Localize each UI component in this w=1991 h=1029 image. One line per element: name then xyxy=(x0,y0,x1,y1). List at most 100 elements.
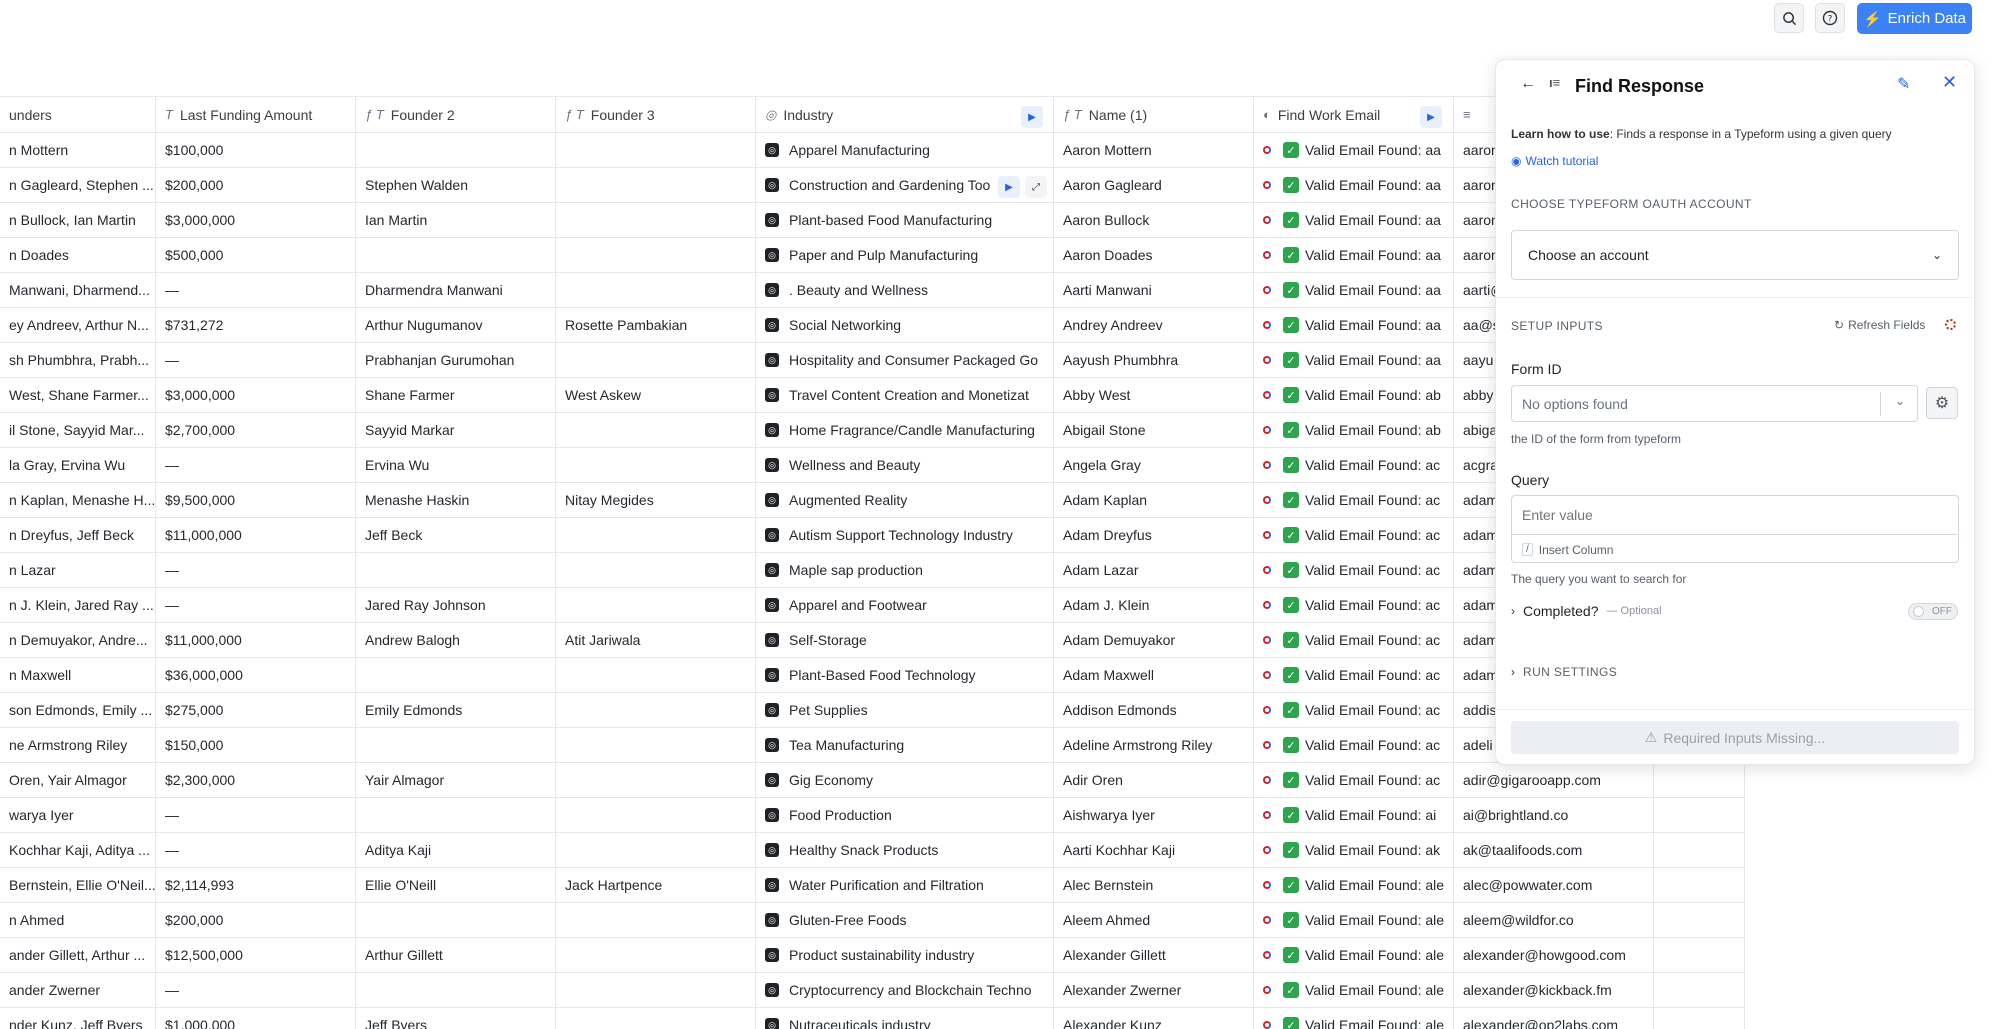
table-cell[interactable] xyxy=(556,203,756,237)
required-inputs-missing-button[interactable]: ⚠ Required Inputs Missing... xyxy=(1511,721,1959,754)
table-cell[interactable] xyxy=(556,413,756,447)
form-id-settings-gear-icon[interactable]: ⚙ xyxy=(1926,387,1958,419)
table-cell[interactable] xyxy=(556,763,756,797)
table-cell[interactable]: Alexander Kunz xyxy=(1054,1008,1254,1029)
table-cell[interactable]: $36,000,000 xyxy=(156,658,356,692)
table-cell[interactable]: Abby West xyxy=(1054,378,1254,412)
table-cell[interactable]: ✓ Valid Email Found: aa xyxy=(1254,343,1454,377)
table-cell[interactable]: alexander@op2labs.com xyxy=(1454,1008,1654,1029)
table-cell[interactable]: ◎ Plant-Based Food Technology xyxy=(756,658,1054,692)
table-cell[interactable]: Aishwarya Iyer xyxy=(1054,798,1254,832)
table-cell[interactable]: n Doades xyxy=(0,238,156,272)
table-cell[interactable]: ✓ Valid Email Found: aa xyxy=(1254,273,1454,307)
table-cell[interactable]: $275,000 xyxy=(156,693,356,727)
table-cell[interactable]: ◎ Gig Economy xyxy=(756,763,1054,797)
table-cell[interactable]: Ian Martin xyxy=(356,203,556,237)
table-cell[interactable] xyxy=(356,658,556,692)
table-cell[interactable]: Andrew Balogh xyxy=(356,623,556,657)
table-cell[interactable]: Adam Demuyakor xyxy=(1054,623,1254,657)
table-cell[interactable]: Oren, Yair Almagor xyxy=(0,763,156,797)
table-cell[interactable]: Abigail Stone xyxy=(1054,413,1254,447)
column-header-3[interactable]: ƒ T Founder 3 xyxy=(556,97,756,132)
table-cell[interactable]: Yair Almagor xyxy=(356,763,556,797)
table-cell[interactable]: Addison Edmonds xyxy=(1054,693,1254,727)
table-cell[interactable]: Prabhanjan Gurumohan xyxy=(356,343,556,377)
table-cell[interactable]: warya Iyer xyxy=(0,798,156,832)
table-cell[interactable]: ◎ Gluten-Free Foods xyxy=(756,903,1054,937)
column-header-4[interactable]: ◎ Industry xyxy=(756,97,1054,132)
table-cell[interactable]: — xyxy=(156,588,356,622)
expand-cell-icon[interactable]: ⤢ xyxy=(1025,176,1047,198)
table-cell[interactable]: $11,000,000 xyxy=(156,518,356,552)
table-cell[interactable]: Arthur Nugumanov xyxy=(356,308,556,342)
table-cell[interactable]: ◎ Apparel Manufacturing xyxy=(756,133,1054,167)
table-cell[interactable]: ◎ Home Fragrance/Candle Manufacturing xyxy=(756,413,1054,447)
table-cell[interactable]: ◎ Hospitality and Consumer Packaged Go xyxy=(756,343,1054,377)
table-cell[interactable]: Aaron Bullock xyxy=(1054,203,1254,237)
table-cell[interactable]: ey Andreev, Arthur N... xyxy=(0,308,156,342)
refresh-fields-button[interactable]: ↻ Refresh Fields xyxy=(1834,318,1925,332)
table-cell[interactable]: $9,500,000 xyxy=(156,483,356,517)
table-cell[interactable]: ander Gillett, Arthur ... xyxy=(0,938,156,972)
table-cell[interactable] xyxy=(356,133,556,167)
table-cell[interactable]: ◎ . Beauty and Wellness xyxy=(756,273,1054,307)
table-cell[interactable]: Adam J. Klein xyxy=(1054,588,1254,622)
table-cell[interactable]: ◎ Plant-based Food Manufacturing xyxy=(756,203,1054,237)
table-cell[interactable]: Manwani, Dharmend... xyxy=(0,273,156,307)
table-cell[interactable]: ✓ Valid Email Found: ac xyxy=(1254,448,1454,482)
table-cell[interactable]: West Askew xyxy=(556,378,756,412)
table-cell[interactable]: Adir Oren xyxy=(1054,763,1254,797)
table-cell[interactable]: ✓ Valid Email Found: ale xyxy=(1254,1008,1454,1029)
table-cell[interactable]: n Bullock, Ian Martin xyxy=(0,203,156,237)
close-icon[interactable]: ✕ xyxy=(1942,72,1957,93)
table-cell[interactable]: ◎ Autism Support Technology Industry xyxy=(756,518,1054,552)
table-cell[interactable]: Andrey Andreev xyxy=(1054,308,1254,342)
watch-tutorial-link[interactable]: ◉ Watch tutorial xyxy=(1511,154,1598,168)
table-cell[interactable]: ne Armstrong Riley xyxy=(0,728,156,762)
help-button[interactable]: ? xyxy=(1815,3,1845,33)
table-cell[interactable] xyxy=(556,973,756,1007)
table-cell[interactable]: Aarti Kochhar Kaji xyxy=(1054,833,1254,867)
table-cell[interactable] xyxy=(556,903,756,937)
table-cell[interactable]: Shane Farmer xyxy=(356,378,556,412)
table-cell[interactable]: Aleem Ahmed xyxy=(1054,903,1254,937)
table-cell[interactable]: son Edmonds, Emily ... xyxy=(0,693,156,727)
column-header-0[interactable]: unders xyxy=(0,97,156,132)
table-cell[interactable] xyxy=(556,448,756,482)
table-cell[interactable] xyxy=(556,133,756,167)
table-cell[interactable]: $500,000 xyxy=(156,238,356,272)
table-cell[interactable]: Adam Kaplan xyxy=(1054,483,1254,517)
table-cell[interactable]: ak@taalifoods.com xyxy=(1454,833,1654,867)
table-cell[interactable]: Rosette Pambakian xyxy=(556,308,756,342)
table-cell[interactable] xyxy=(556,693,756,727)
table-cell[interactable] xyxy=(556,553,756,587)
table-cell[interactable] xyxy=(1654,903,1745,937)
table-cell[interactable]: Adam Maxwell xyxy=(1054,658,1254,692)
table-cell[interactable] xyxy=(556,588,756,622)
table-cell[interactable]: $12,500,000 xyxy=(156,938,356,972)
table-cell[interactable]: ◎ Wellness and Beauty xyxy=(756,448,1054,482)
table-cell[interactable] xyxy=(556,728,756,762)
table-cell[interactable]: Alexander Zwerner xyxy=(1054,973,1254,1007)
table-cell[interactable]: alec@powwater.com xyxy=(1454,868,1654,902)
table-cell[interactable]: West, Shane Farmer... xyxy=(0,378,156,412)
query-input[interactable] xyxy=(1512,496,1958,533)
table-cell[interactable]: ✓ Valid Email Found: ac xyxy=(1254,763,1454,797)
table-cell[interactable]: ✓ Valid Email Found: ale xyxy=(1254,903,1454,937)
table-cell[interactable]: ✓ Valid Email Found: ab xyxy=(1254,378,1454,412)
table-cell[interactable]: ◎ Social Networking xyxy=(756,308,1054,342)
table-cell[interactable]: $2,700,000 xyxy=(156,413,356,447)
table-cell[interactable]: Sayyid Markar xyxy=(356,413,556,447)
table-cell[interactable]: — xyxy=(156,273,356,307)
table-cell[interactable] xyxy=(356,238,556,272)
table-cell[interactable] xyxy=(1654,973,1745,1007)
completed-toggle-row[interactable]: › Completed? — Optional xyxy=(1511,603,1662,619)
table-cell[interactable]: ✓ Valid Email Found: ac xyxy=(1254,553,1454,587)
table-cell[interactable]: Arthur Gillett xyxy=(356,938,556,972)
enrich-data-button[interactable]: ⚡ Enrich Data xyxy=(1857,3,1972,34)
table-cell[interactable]: Ellie O'Neill xyxy=(356,868,556,902)
table-cell[interactable]: alexander@howgood.com xyxy=(1454,938,1654,972)
table-cell[interactable]: ◎ Pet Supplies xyxy=(756,693,1054,727)
table-cell[interactable]: Adeline Armstrong Riley xyxy=(1054,728,1254,762)
table-cell[interactable]: Jeff Byers xyxy=(356,1008,556,1029)
